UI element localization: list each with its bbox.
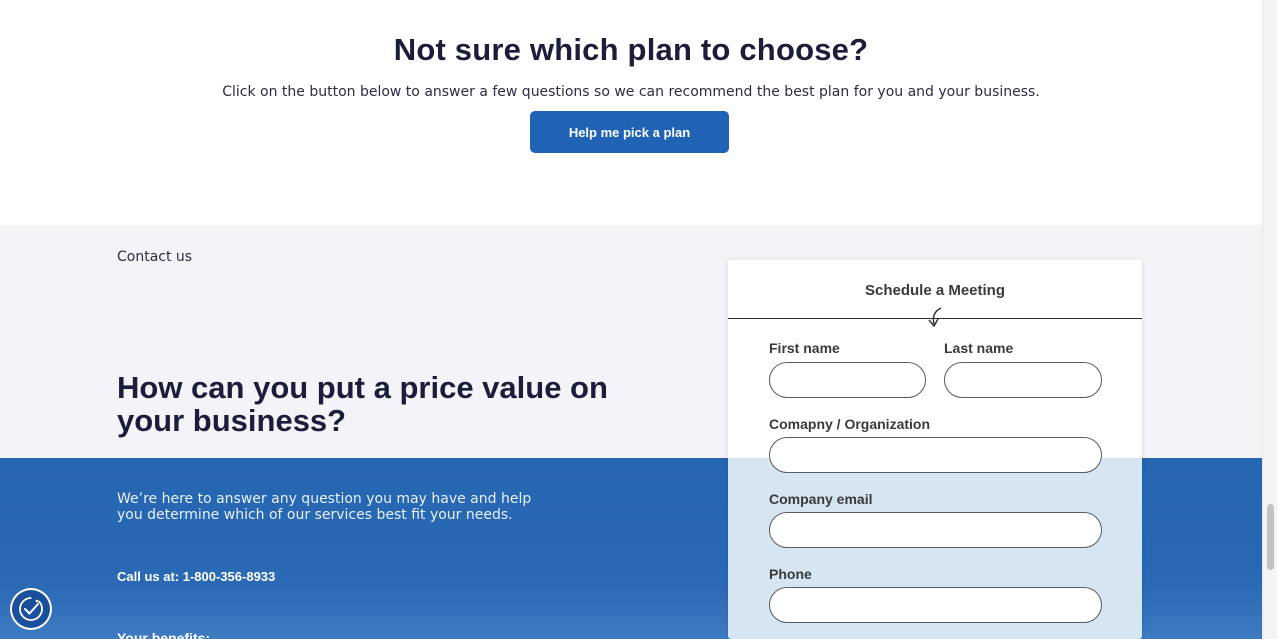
last-name-input[interactable] [944, 362, 1102, 398]
email-label: Company email [769, 491, 873, 507]
plan-subtitle: Click on the button below to answer a fe… [222, 84, 1040, 100]
scrollbar-thumb[interactable] [1267, 504, 1274, 570]
contact-phone: Call us at: 1-800-356-8933 [117, 569, 276, 584]
page: Not sure which plan to choose? Click on … [0, 0, 1262, 639]
accessibility-button[interactable] [10, 588, 52, 630]
form-title: Schedule a Meeting [864, 282, 1006, 299]
benefits-heading: Your benefits: [117, 630, 211, 639]
accessibility-icon [19, 597, 43, 621]
contact-description: We’re here to answer any question you ma… [117, 491, 532, 523]
company-label: Comapny / Organization [769, 416, 931, 432]
curved-arrow-down-icon [928, 307, 942, 328]
first-name-label: First name [769, 340, 840, 356]
contact-heading: How can you put a price value on your bu… [117, 370, 608, 438]
phone-label: Phone [769, 566, 812, 582]
contact-label: Contact us [117, 249, 193, 265]
last-name-label: Last name [944, 340, 1014, 356]
email-input[interactable] [769, 512, 1102, 548]
plan-title: Not sure which plan to choose? [393, 32, 869, 67]
scrollbar[interactable] [1262, 0, 1277, 639]
help-pick-plan-button[interactable]: Help me pick a plan [530, 111, 729, 153]
schedule-meeting-form: Schedule a Meeting First name Last name … [728, 260, 1142, 639]
company-input[interactable] [769, 437, 1102, 473]
first-name-input[interactable] [769, 362, 926, 398]
phone-input[interactable] [769, 587, 1102, 623]
